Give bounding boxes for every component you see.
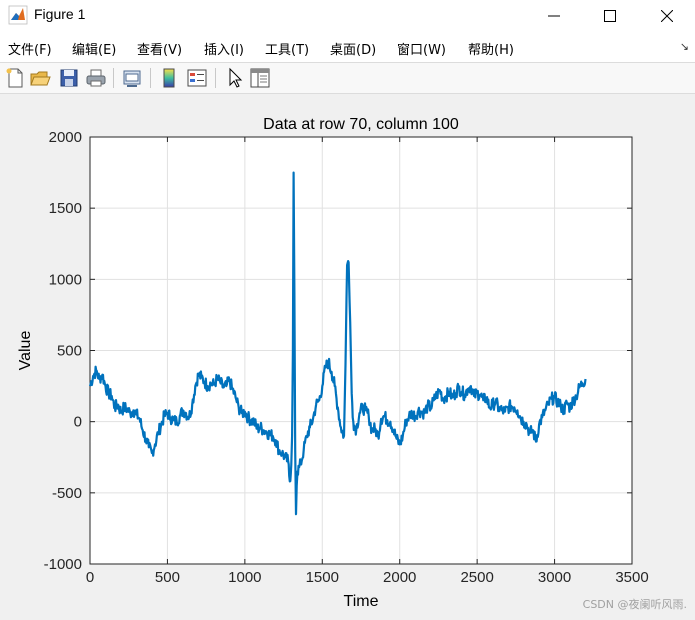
- y-axis-label: Value: [17, 331, 34, 371]
- menu-desktop[interactable]: 桌面(D): [330, 39, 376, 58]
- y-tick-label: 500: [57, 343, 82, 360]
- y-tick-label: 0: [74, 414, 82, 431]
- menu-edit[interactable]: 编辑(E): [72, 39, 116, 58]
- watermark: CSDN @夜阑听风雨.: [582, 598, 687, 611]
- link-plot-button[interactable]: [121, 67, 143, 89]
- x-axis-label: Time: [344, 593, 379, 610]
- print-icon: [86, 69, 106, 87]
- x-tick-label: 2000: [383, 569, 416, 586]
- open-file-icon: [30, 71, 51, 86]
- menu-bar: 文件(F) 编辑(E) 查看(V) 插入(I) 工具(T) 桌面(D) 窗口(W…: [0, 32, 695, 62]
- close-button[interactable]: [644, 0, 690, 32]
- menu-view[interactable]: 查看(V): [137, 39, 182, 58]
- property-editor-icon: [250, 68, 270, 88]
- edit-plot-icon: [229, 67, 243, 88]
- toolbar-separator: [150, 68, 151, 88]
- y-tick-label: -1000: [44, 556, 82, 573]
- matlab-icon: [8, 5, 28, 25]
- edit-plot-button[interactable]: [224, 67, 246, 89]
- x-tick-label: 0: [86, 569, 94, 586]
- figure-canvas: 0 500 1000 1500 2000 2500 3000 3500 -1000 -500 0 50…: [0, 94, 695, 620]
- property-editor-button[interactable]: [249, 67, 271, 89]
- toolbar-separator: [113, 68, 114, 88]
- y-tick-label: 1000: [49, 271, 82, 288]
- maximize-icon: [604, 10, 616, 22]
- print-button[interactable]: [85, 67, 107, 89]
- y-tick-label: -500: [52, 485, 82, 502]
- y-tick-label: 1500: [49, 200, 82, 217]
- x-tick-label: 1500: [306, 569, 339, 586]
- save-icon: [60, 69, 78, 87]
- toolbar-separator: [215, 68, 216, 88]
- menu-help[interactable]: 帮助(H): [468, 39, 514, 58]
- close-icon: [661, 10, 673, 22]
- chart-title: Data at row 70, column 100: [263, 116, 459, 133]
- x-tick-label: 3000: [538, 569, 571, 586]
- line-chart[interactable]: 0 500 1000 1500 2000 2500 3000 3500 -1000 -500 0 50…: [0, 94, 695, 620]
- window-title: Figure 1: [34, 6, 86, 22]
- figure-toolbar: [0, 62, 695, 94]
- window-titlebar: Figure 1: [0, 0, 695, 32]
- x-tick-label: 3500: [615, 569, 648, 586]
- x-tick-label: 500: [155, 569, 180, 586]
- menu-insert[interactable]: 插入(I): [204, 39, 244, 58]
- x-tick-label: 2500: [460, 569, 493, 586]
- open-file-button[interactable]: [29, 67, 51, 89]
- link-plot-icon: [123, 70, 141, 87]
- menu-tools[interactable]: 工具(T): [265, 39, 309, 58]
- x-tick-label: 1000: [228, 569, 261, 586]
- maximize-button[interactable]: [587, 0, 633, 32]
- menu-window[interactable]: 窗口(W): [397, 39, 446, 58]
- minimize-button[interactable]: [531, 0, 577, 32]
- insert-legend-button[interactable]: [186, 67, 208, 89]
- new-figure-icon: [6, 68, 23, 88]
- new-figure-button[interactable]: [4, 67, 26, 89]
- y-tick-label: 2000: [49, 129, 82, 146]
- minimize-icon: [548, 15, 560, 17]
- arrow-icon[interactable]: ↘: [680, 40, 689, 53]
- menu-file[interactable]: 文件(F): [8, 39, 52, 58]
- insert-colorbar-icon: [163, 68, 175, 88]
- insert-colorbar-button[interactable]: [158, 67, 180, 89]
- save-button[interactable]: [58, 67, 80, 89]
- insert-legend-icon: [187, 69, 207, 87]
